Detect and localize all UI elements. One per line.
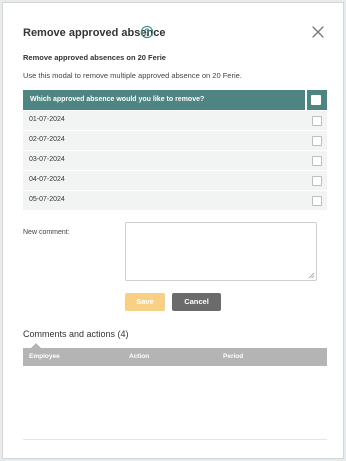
row-date: 01-07-2024	[29, 116, 65, 123]
table-row: 05-07-2024	[23, 190, 327, 210]
header-divider	[305, 90, 307, 110]
row-checkbox[interactable]	[312, 116, 322, 126]
row-checkbox[interactable]	[312, 136, 322, 146]
table-row: 02-07-2024	[23, 130, 327, 150]
close-icon[interactable]	[311, 25, 325, 39]
table-header: Which approved absence would you like to…	[23, 90, 327, 110]
modal-description: Use this modal to remove multiple approv…	[23, 71, 242, 80]
footer-divider	[23, 439, 327, 440]
table-row: 04-07-2024	[23, 170, 327, 190]
row-checkbox[interactable]	[312, 176, 322, 186]
select-all-checkbox[interactable]	[311, 95, 321, 105]
modal-header: Remove approved absence	[23, 25, 325, 43]
row-checkbox[interactable]	[312, 196, 322, 206]
comment-textarea[interactable]	[125, 222, 317, 281]
row-date: 03-07-2024	[29, 156, 65, 163]
comments-section-title: Comments and actions (4)	[23, 329, 129, 339]
help-circle-icon[interactable]	[140, 25, 154, 39]
modal-subtitle: Remove approved absences on 20 Ferie	[23, 53, 166, 62]
comment-label: New comment:	[23, 229, 70, 236]
resize-grip-icon[interactable]	[308, 272, 315, 279]
column-period: Period	[223, 353, 244, 360]
cancel-button[interactable]: Cancel	[172, 293, 221, 311]
row-date: 02-07-2024	[29, 136, 65, 143]
table-row: 01-07-2024	[23, 110, 327, 130]
absence-table: Which approved absence would you like to…	[23, 90, 327, 210]
remove-absence-modal: Remove approved absence Remove approved …	[2, 2, 344, 459]
column-employee: Employee	[29, 353, 60, 360]
row-date: 04-07-2024	[29, 176, 65, 183]
comments-table-header: Employee Action Period	[23, 343, 327, 366]
tab-notch	[31, 343, 41, 348]
save-button[interactable]: Save	[125, 293, 165, 311]
row-date: 05-07-2024	[29, 196, 65, 203]
table-header-label: Which approved absence would you like to…	[30, 96, 205, 103]
column-action: Action	[129, 353, 150, 360]
row-checkbox[interactable]	[312, 156, 322, 166]
table-row: 03-07-2024	[23, 150, 327, 170]
